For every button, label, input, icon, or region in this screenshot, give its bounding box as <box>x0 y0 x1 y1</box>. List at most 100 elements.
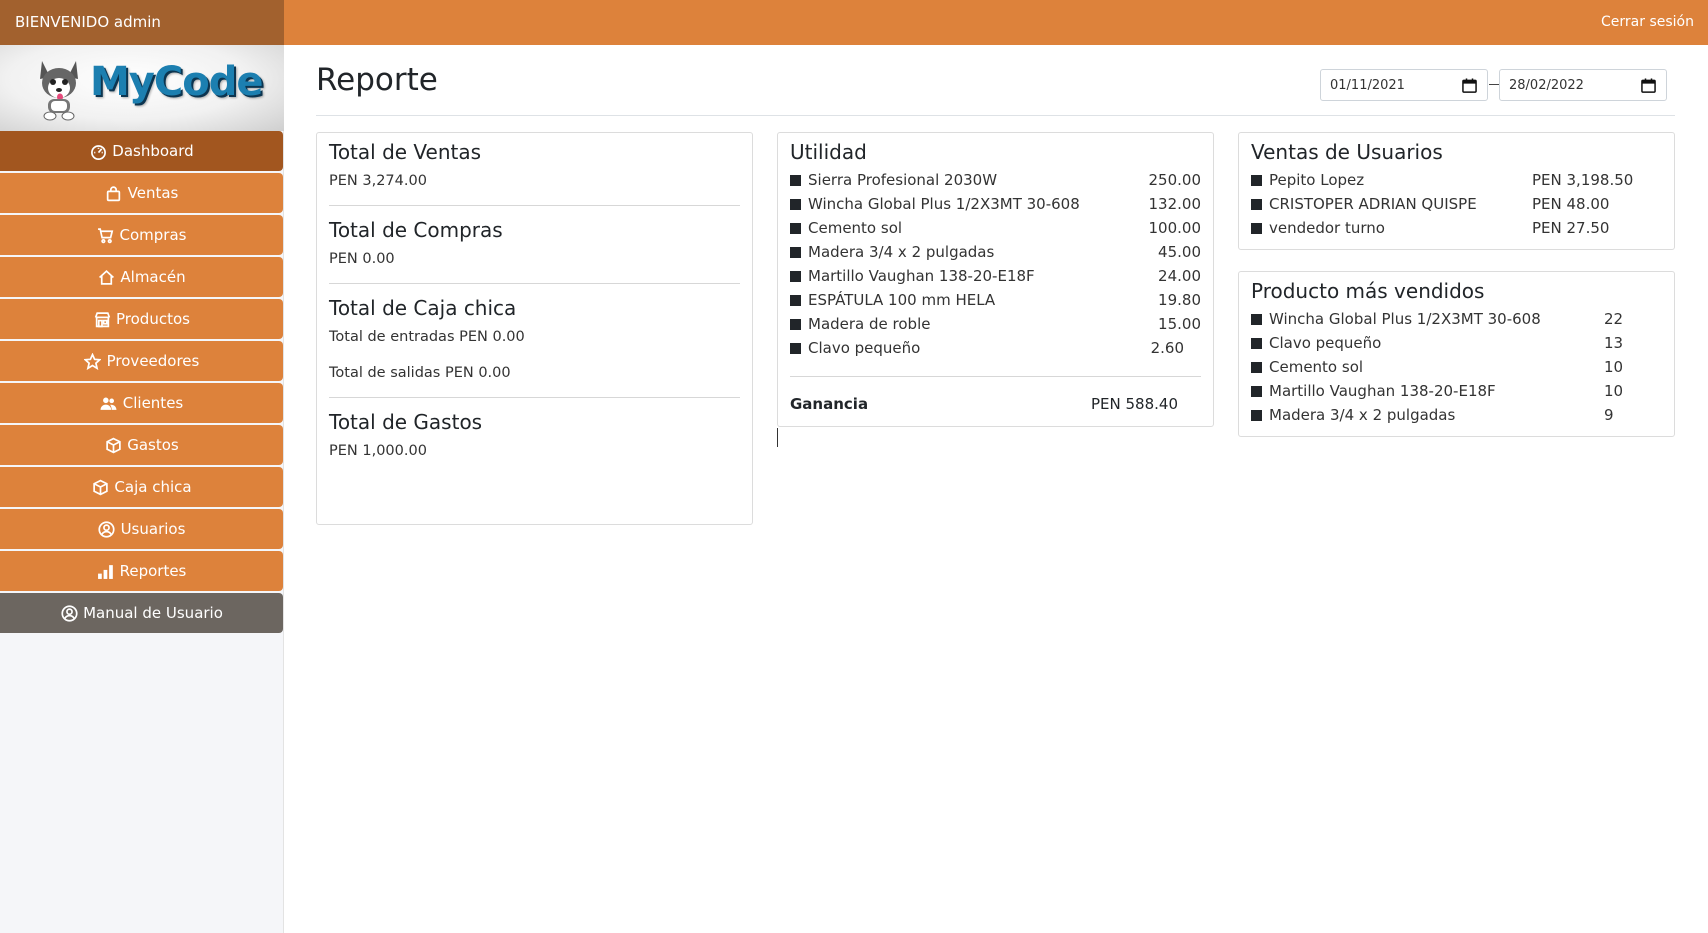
sidebar-item-dashboard[interactable]: Dashboard <box>0 131 283 171</box>
sidebar-item-label: Clientes <box>122 394 184 412</box>
list-item: ESPÁTULA 100 mm HELA 19.80 <box>790 288 1201 312</box>
sidebar-item-usuarios[interactable]: Usuarios <box>0 509 283 549</box>
list-item: Sierra Profesional 2030W 250.00 <box>790 168 1201 192</box>
sidebar-item-label: Manual de Usuario <box>83 604 223 622</box>
sidebar-item-label: Ventas <box>127 184 179 202</box>
divider <box>790 376 1201 377</box>
page-title: Reporte <box>316 62 438 98</box>
ganancia-value: PEN 588.40 <box>1091 395 1178 413</box>
calendar-icon[interactable] <box>1641 78 1656 93</box>
sidebar-item-label: Almacén <box>120 268 186 286</box>
bullet-square-icon <box>790 294 801 306</box>
list-item: vendedor turno PEN 27.50 <box>1251 216 1662 240</box>
person-circle-icon <box>60 604 78 622</box>
sidebar-item-label: Gastos <box>127 436 179 454</box>
sidebar-item-gastos[interactable]: Gastos <box>0 425 283 465</box>
date-from-input[interactable]: 01/11/2021 <box>1320 69 1488 101</box>
bullet-square-icon <box>790 270 801 282</box>
bullet-square-icon <box>1251 313 1262 325</box>
sidebar-item-clientes[interactable]: Clientes <box>0 383 283 423</box>
logo-text: MyCode <box>90 59 263 105</box>
list-item: CRISTOPER ADRIAN QUISPE PEN 48.00 <box>1251 192 1662 216</box>
list-item: Clavo pequeño 13 <box>1251 331 1662 355</box>
mas-vendidos-title: Producto más vendidos <box>1251 279 1485 303</box>
total-compras-title: Total de Compras <box>329 218 503 242</box>
sidebar-item-label: Usuarios <box>120 520 186 538</box>
logo[interactable]: MyCode <box>0 45 284 131</box>
utilidad-title: Utilidad <box>790 140 867 164</box>
total-ventas-value: PEN 3,274.00 <box>329 173 427 189</box>
bullet-square-icon <box>790 198 801 210</box>
bullet-square-icon <box>1251 409 1262 421</box>
box-icon <box>91 478 109 496</box>
ventas-usuarios-title: Ventas de Usuarios <box>1251 140 1443 164</box>
date-range-separator <box>1489 84 1499 85</box>
sidebar-item-manual[interactable]: Manual de Usuario <box>0 593 283 633</box>
bullet-square-icon <box>790 222 801 234</box>
utilidad-card: Utilidad Sierra Profesional 2030W 250.00 … <box>777 132 1214 427</box>
list-item: Clavo pequeño 2.60 <box>790 336 1201 360</box>
person-circle-icon <box>98 520 116 538</box>
people-icon <box>100 394 118 412</box>
title-divider <box>316 115 1675 116</box>
logout-link[interactable]: Cerrar sesión <box>1601 0 1694 45</box>
dashboard-icon <box>89 142 107 160</box>
bullet-square-icon <box>790 342 801 354</box>
sidebar-item-productos[interactable]: Productos <box>0 299 283 339</box>
total-caja-entradas: Total de entradas PEN 0.00 <box>329 329 525 345</box>
bullet-square-icon <box>790 174 801 186</box>
sidebar-item-almacen[interactable]: Almacén <box>0 257 283 297</box>
sidebar-item-label: Caja chica <box>114 478 192 496</box>
list-item: Pepito Lopez PEN 3,198.50 <box>1251 168 1662 192</box>
divider <box>329 283 740 284</box>
list-item: Wincha Global Plus 1/2X3MT 30-608 132.00 <box>790 192 1201 216</box>
list-item: Cemento sol 100.00 <box>790 216 1201 240</box>
total-caja-title: Total de Caja chica <box>329 296 517 320</box>
list-item: Martillo Vaughan 138-20-E18F 24.00 <box>790 264 1201 288</box>
bullet-square-icon <box>1251 361 1262 373</box>
bullet-square-icon <box>790 246 801 258</box>
sidebar-item-ventas[interactable]: Ventas <box>0 173 283 213</box>
bag-icon <box>105 184 123 202</box>
total-caja-salidas: Total de salidas PEN 0.00 <box>329 365 511 381</box>
ganancia-label: Ganancia <box>790 395 869 413</box>
date-to-value: 28/02/2022 <box>1509 77 1584 93</box>
ventas-usuarios-card: Ventas de Usuarios Pepito Lopez PEN 3,198… <box>1238 132 1675 250</box>
divider <box>329 397 740 398</box>
welcome-text: BIENVENIDO admin <box>0 0 284 45</box>
bullet-square-icon <box>1251 385 1262 397</box>
sidebar-item-reportes[interactable]: Reportes <box>0 551 283 591</box>
top-bar: BIENVENIDO admin Cerrar sesión <box>0 0 1708 45</box>
sidebar-item-compras[interactable]: Compras <box>0 215 283 255</box>
totals-card: Total de Ventas PEN 3,274.00 Total de Co… <box>316 132 753 525</box>
bullet-square-icon <box>1251 174 1262 186</box>
date-from-value: 01/11/2021 <box>1330 77 1405 93</box>
date-to-input[interactable]: 28/02/2022 <box>1499 69 1667 101</box>
box-icon <box>104 436 122 454</box>
sidebar-item-label: Productos <box>116 310 190 328</box>
shop-icon <box>93 310 111 328</box>
cart-icon <box>97 226 115 244</box>
house-icon <box>97 268 115 286</box>
bar-chart-icon <box>97 562 115 580</box>
sidebar-item-caja-chica[interactable]: Caja chica <box>0 467 283 507</box>
total-ventas-title: Total de Ventas <box>329 140 482 164</box>
divider <box>329 205 740 206</box>
calendar-icon[interactable] <box>1462 78 1477 93</box>
list-item: Wincha Global Plus 1/2X3MT 30-608 22 <box>1251 307 1662 331</box>
bullet-square-icon <box>1251 337 1262 349</box>
total-gastos-title: Total de Gastos <box>329 410 483 434</box>
text-cursor <box>777 428 778 447</box>
total-compras-value: PEN 0.00 <box>329 251 395 267</box>
list-item: Madera 3/4 x 2 pulgadas 45.00 <box>790 240 1201 264</box>
list-item: Madera de roble 15.00 <box>790 312 1201 336</box>
sidebar: MyCode Dashboard Ventas Compras Almacén … <box>0 45 284 933</box>
sidebar-item-label: Proveedores <box>106 352 200 370</box>
list-item: Cemento sol 10 <box>1251 355 1662 379</box>
bullet-square-icon <box>1251 222 1262 234</box>
utilidad-list: Sierra Profesional 2030W 250.00 Wincha Gl… <box>790 168 1201 360</box>
sidebar-nav: Dashboard Ventas Compras Almacén Product… <box>0 131 283 633</box>
sidebar-item-proveedores[interactable]: Proveedores <box>0 341 283 381</box>
total-gastos-value: PEN 1,000.00 <box>329 443 427 459</box>
list-item: Martillo Vaughan 138-20-E18F 10 <box>1251 379 1662 403</box>
